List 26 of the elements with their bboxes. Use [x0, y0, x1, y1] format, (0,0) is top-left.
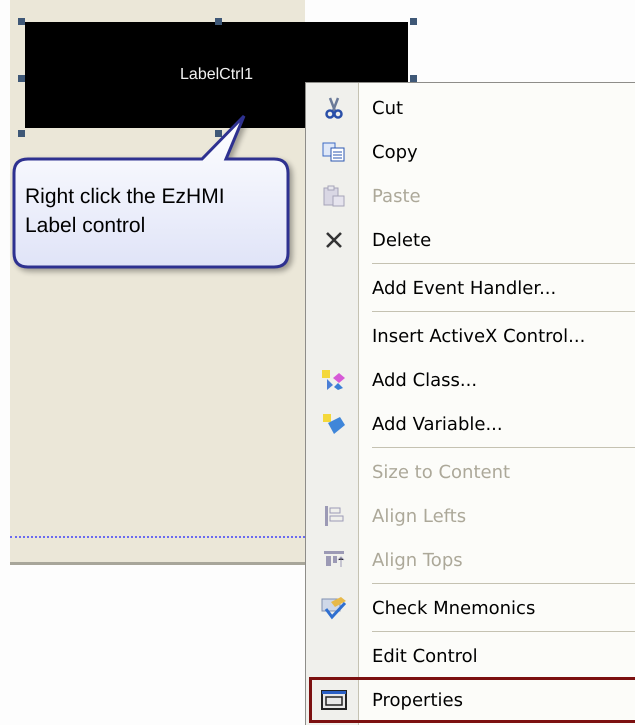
menu-item[interactable]: Properties: [310, 678, 635, 722]
menu-item[interactable]: Add Event Handler...: [306, 266, 635, 310]
variable-icon: [322, 413, 346, 435]
resize-handle[interactable]: [410, 75, 417, 82]
resize-handle[interactable]: [215, 130, 222, 137]
copy-icon: [322, 142, 346, 162]
menu-item[interactable]: Edit Control: [306, 634, 635, 678]
align-left-icon: [323, 505, 345, 527]
resize-handle[interactable]: [18, 18, 25, 25]
resize-handle[interactable]: [215, 18, 222, 25]
check-icon: [321, 596, 347, 620]
menu-item[interactable]: Insert ActiveX Control...: [306, 314, 635, 358]
class-icon: [321, 369, 347, 391]
properties-icon: [321, 690, 347, 710]
scissors-icon: [324, 97, 344, 119]
resize-handle[interactable]: [18, 130, 25, 137]
resize-handle[interactable]: [410, 18, 417, 25]
callout-text: Right click the EzHMI Label control: [25, 184, 226, 239]
menu-item[interactable]: Add Variable...: [306, 402, 635, 446]
delete-icon: [325, 231, 343, 249]
menu-item[interactable]: Add Class...: [306, 358, 635, 402]
menu-item[interactable]: Check Mnemonics: [306, 586, 635, 630]
menu-item[interactable]: Copy: [306, 130, 635, 174]
menu-item[interactable]: Delete: [306, 218, 635, 262]
clipboard-icon: [322, 185, 346, 207]
resize-handle[interactable]: [18, 75, 25, 82]
